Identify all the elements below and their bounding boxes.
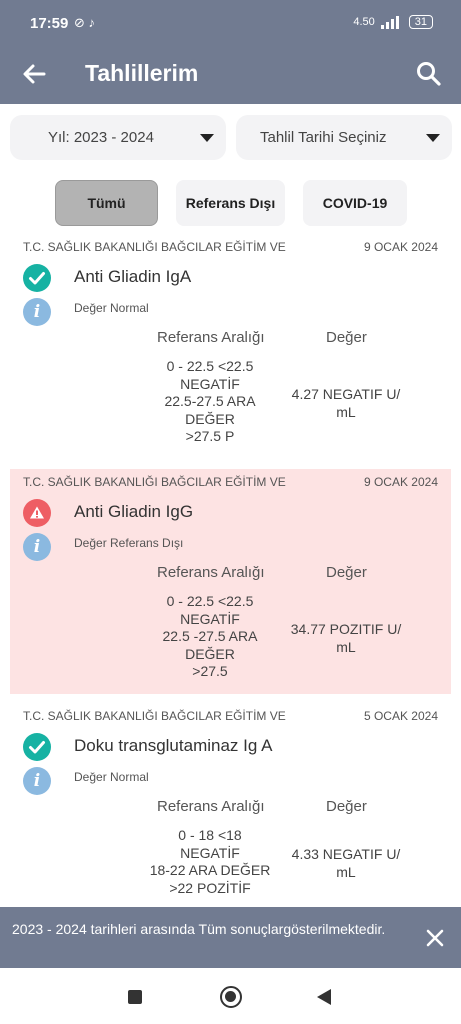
status-right: 4.50 31 xyxy=(353,15,433,29)
tab-covid-19[interactable]: COVID-19 xyxy=(303,180,407,226)
institution-name: T.C. SAĞLIK BAKANLIĞI BAĞCILAR EĞİTİM VE xyxy=(23,709,286,723)
battery-icon: 31 xyxy=(408,15,433,29)
result-value: 4.33 NEGATIF U/ mL xyxy=(291,846,401,880)
warning-icon xyxy=(23,499,51,527)
value-header: Değer xyxy=(326,329,367,346)
recents-square-icon[interactable] xyxy=(128,990,142,1004)
close-icon xyxy=(426,929,444,947)
caret-down-icon xyxy=(426,134,440,142)
reference-range: 0 - 22.5 <22.5 NEGATİF 22.5-27.5 ARA DEĞ… xyxy=(164,358,256,444)
test-name: Anti Gliadin IgG xyxy=(74,502,194,521)
result-value: 34.77 POZITIF U/ mL xyxy=(290,621,402,655)
result-date: 9 OCAK 2024 xyxy=(363,240,438,254)
caret-down-icon xyxy=(200,134,214,142)
test-name: Doku transglutaminaz Ig A xyxy=(74,736,273,755)
arrow-left-icon xyxy=(23,64,46,84)
date-dropdown[interactable]: Tahlil Tarihi Seçiniz xyxy=(236,115,452,160)
page-title: Tahlillerim xyxy=(85,60,199,86)
range-header: Referans Aralığı xyxy=(157,564,265,581)
search-button[interactable] xyxy=(413,58,445,90)
info-icon[interactable]: i xyxy=(23,533,51,561)
reference-range: 0 - 18 <18 NEGATİF 18-22 ARA DEĞER >22 P… xyxy=(149,827,271,896)
info-icon[interactable]: i xyxy=(23,767,51,795)
search-icon xyxy=(417,62,441,86)
app-bar: Tahlillerim xyxy=(0,44,461,104)
institution-name: T.C. SAĞLIK BAKANLIĞI BAĞCILAR EĞİTİM VE xyxy=(23,240,286,254)
snackbar: 2023 - 2024 tarihleri arasında Tüm sonuç… xyxy=(0,907,461,968)
reference-range: 0 - 22.5 <22.5 NEGATİF 22.5 -27.5 ARA DE… xyxy=(162,593,258,679)
check-icon xyxy=(23,733,51,761)
result-card[interactable]: T.C. SAĞLIK BAKANLIĞI BAĞCILAR EĞİTİM VE… xyxy=(10,234,451,462)
year-dropdown[interactable]: Yıl: 2023 - 2024 xyxy=(10,115,226,160)
tab-all[interactable]: Tümü xyxy=(55,180,158,226)
institution-name: T.C. SAĞLIK BAKANLIĞI BAĞCILAR EĞİTİM VE xyxy=(23,475,286,489)
status-bar: 17:59 ⊘ ♪ 4.50 31 xyxy=(0,0,461,44)
snackbar-message: 2023 - 2024 tarihleri arasında Tüm sonuç… xyxy=(12,921,386,937)
result-date: 5 OCAK 2024 xyxy=(363,709,438,723)
notification-icons: ⊘ ♪ xyxy=(74,15,96,30)
result-state: Değer Normal xyxy=(74,301,149,315)
info-icon[interactable]: i xyxy=(23,298,51,326)
signal-icon xyxy=(380,15,403,29)
back-button[interactable] xyxy=(18,58,50,90)
back-triangle-icon[interactable] xyxy=(317,989,331,1005)
value-header: Değer xyxy=(326,798,367,815)
result-state: Değer Referans Dışı xyxy=(74,536,184,550)
year-dropdown-label: Yıl: 2023 - 2024 xyxy=(48,129,154,146)
network-speed: 4.50 xyxy=(353,16,375,28)
result-value: 4.27 NEGATIF U/ mL xyxy=(291,386,401,420)
range-header: Referans Aralığı xyxy=(157,798,265,815)
result-state: Değer Normal xyxy=(74,770,149,784)
tab-out-of-reference[interactable]: Referans Dışı xyxy=(176,180,285,226)
check-icon xyxy=(23,264,51,292)
result-date: 9 OCAK 2024 xyxy=(363,475,438,489)
result-card[interactable]: T.C. SAĞLIK BAKANLIĞI BAĞCILAR EĞİTİM VE… xyxy=(10,703,451,907)
value-header: Değer xyxy=(326,564,367,581)
result-card[interactable]: T.C. SAĞLIK BAKANLIĞI BAĞCILAR EĞİTİM VE… xyxy=(10,469,451,694)
status-time: 17:59 xyxy=(30,15,69,32)
range-header: Referans Aralığı xyxy=(157,329,265,346)
test-name: Anti Gliadin IgA xyxy=(74,267,192,286)
snackbar-close-button[interactable] xyxy=(423,926,447,950)
date-dropdown-label: Tahlil Tarihi Seçiniz xyxy=(260,129,387,146)
system-nav-bar xyxy=(0,968,461,1024)
home-circle-icon[interactable] xyxy=(220,986,242,1008)
